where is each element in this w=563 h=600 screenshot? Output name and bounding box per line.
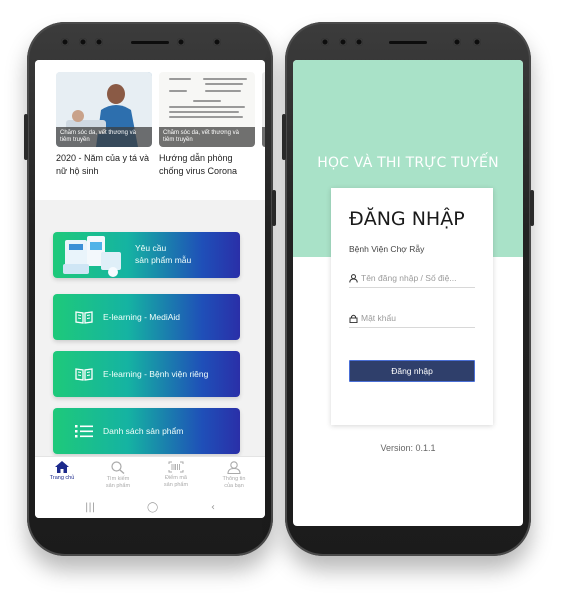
power-button [530,190,534,226]
elearning-mediaid-label: E-learning - MediAid [103,312,181,322]
nav-scan-label: Điểm mã sản phẩm [163,475,189,488]
sensor-icon [177,38,185,46]
nav-search-label: Tìm kiếm sản phẩm [105,476,131,489]
nav-scan[interactable]: Điểm mã sản phẩm [149,461,203,489]
camera-icon [213,38,221,46]
login-button[interactable]: Đăng nhập [349,360,475,382]
sensor-icon [453,38,461,46]
volume-button [24,114,28,160]
phone-top-bar [27,32,273,54]
news-category: Chăm sóc da, vết thương và tiêm truyền [159,127,255,147]
login-card: ĐĂNG NHẬP Bệnh Viện Chợ Rẫy Tên đăng nhậ… [331,188,493,425]
phone-login: HỌC VÀ THI TRỰC TUYẾN ĐĂNG NHẬP Bệnh Việ… [282,22,534,556]
power-button [272,190,276,226]
phone-home: Chăm sóc da, vết thương và tiêm truyền 2… [24,22,276,556]
product-list-button[interactable]: Danh sách sản phẩm [53,408,240,454]
news-category [262,127,265,147]
password-placeholder: Mật khẩu [361,313,396,323]
sensor-icon [355,38,363,46]
request-samples-button[interactable]: Yêu cầu sản phẩm mẫu [53,232,240,278]
list-icon [75,425,93,438]
camera-icon [79,38,87,46]
back-icon[interactable]: ‹ [211,502,215,513]
login-screen: HỌC VÀ THI TRỰC TUYẾN ĐĂNG NHẬP Bệnh Việ… [293,60,523,526]
user-icon [227,461,241,474]
news-thumbnail: Chăm sóc da, vết thương và tiêm truyền [159,72,255,147]
recent-apps-icon[interactable]: ||| [85,502,95,513]
nav-home-label: Trang chủ [49,475,75,481]
login-title: ĐĂNG NHẬP [349,208,465,230]
news-card[interactable]: Chăm sóc da, vết thương và tiêm truyền 2… [56,72,152,178]
speaker-grille [131,41,169,44]
app-version: Version: 0.1.1 [380,443,436,453]
open-book-icon [75,368,93,381]
product-list-label: Danh sách sản phẩm [103,426,184,436]
speaker-grille [389,41,427,44]
news-carousel[interactable]: Chăm sóc da, vết thương và tiêm truyền 2… [35,60,265,200]
news-category: Chăm sóc da, vết thương và tiêm truyền [56,127,152,147]
phone-top-bar [285,32,531,54]
volume-button [282,114,286,160]
request-samples-label: Yêu cầu sản phẩm mẫu [135,243,192,265]
news-thumbnail: Chăm sóc da, vết thương và tiêm truyền [56,72,152,147]
elearning-hospital-label: E-learning - Bệnh viện riêng [103,369,209,379]
elearning-mediaid-button[interactable]: E-learning - MediAid [53,294,240,340]
camera-icon [473,38,481,46]
password-field[interactable]: Mật khẩu [349,312,475,328]
home-button-icon[interactable]: ◯ [147,502,158,513]
home-screen: Chăm sóc da, vết thương và tiêm truyền 2… [35,60,265,518]
camera-icon [339,38,347,46]
bottom-navigation: Trang chủ Tìm kiếm sản phẩm Điểm mã sản … [35,456,265,498]
news-title: 2020 - Năm của y tá và nữ hộ sinh [56,153,150,176]
sensor-icon [321,38,329,46]
mockup-stage: Chăm sóc da, vết thương và tiêm truyền 2… [0,0,563,600]
news-card[interactable]: Chăm sóc da, vết thương và tiêm truyền H… [159,72,255,178]
barcode-scan-icon [168,461,184,473]
elearning-hospital-button[interactable]: E-learning - Bệnh viện riêng [53,351,240,397]
menu-area: Yêu cầu sản phẩm mẫu E-learning - MediAi… [35,200,265,470]
sensor-icon [61,38,69,46]
sensor-icon [95,38,103,46]
app-title: HỌC VÀ THI TRỰC TUYẾN [317,155,499,171]
news-card-partial[interactable] [262,72,265,152]
nav-search[interactable]: Tìm kiếm sản phẩm [91,461,145,490]
lock-icon [349,314,358,323]
home-icon [55,461,69,473]
news-thumbnail [262,72,265,147]
nav-account[interactable]: Thông tin của bạn [207,461,261,490]
nav-home[interactable]: Trang chủ [35,461,89,482]
open-book-icon [75,311,93,324]
username-placeholder: Tên đăng nhập / Số điệ... [361,273,457,283]
nav-account-label: Thông tin của bạn [222,476,246,489]
search-icon [111,461,125,474]
system-navigation-bar: ||| ◯ ‹ [35,498,265,518]
news-title: Hướng dẫn phòng chống virus Corona [159,153,238,176]
username-field[interactable]: Tên đăng nhập / Số điệ... [349,272,475,288]
medical-products-icon [63,236,121,277]
hospital-name: Bệnh Viện Chợ Rẫy [349,244,425,254]
user-icon [349,274,358,283]
